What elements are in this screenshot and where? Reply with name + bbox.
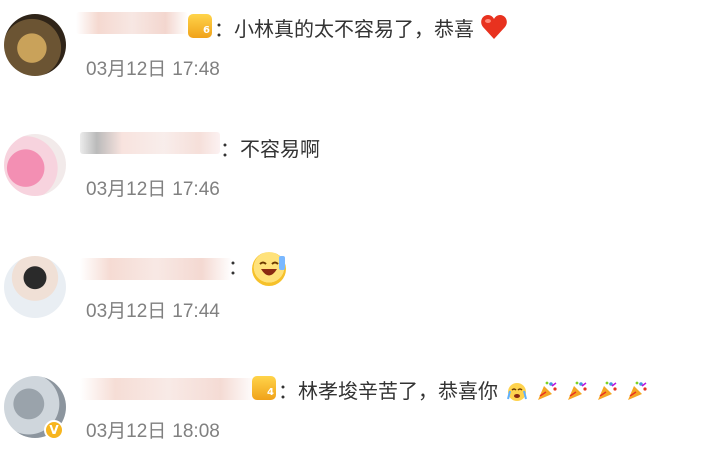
timestamp: 03月12日 18:08 bbox=[86, 421, 220, 442]
avatar[interactable] bbox=[4, 134, 66, 196]
laughing-face-icon bbox=[252, 252, 286, 286]
comment-item-2[interactable]: ：不容易啊 03月12日 17:46 bbox=[0, 118, 720, 228]
heart-icon bbox=[480, 14, 508, 40]
avatar[interactable] bbox=[4, 256, 66, 318]
comment-text: ： bbox=[228, 255, 248, 279]
username-blurred[interactable] bbox=[76, 12, 188, 34]
timestamp: 03月12日 17:46 bbox=[86, 179, 220, 200]
comment-item-3[interactable]: ： 03月12日 17:44 bbox=[0, 240, 720, 350]
username-blurred[interactable] bbox=[80, 132, 220, 154]
level-badge-icon: 6 bbox=[188, 14, 212, 38]
crying-face-icon bbox=[506, 380, 528, 402]
comment-text: ：小林真的太不容易了，恭喜 bbox=[214, 14, 508, 42]
vip-badge-icon: V bbox=[44, 420, 64, 440]
comment-text: ：林孝埈辛苦了，恭喜你 bbox=[278, 378, 648, 404]
timestamp: 03月12日 17:44 bbox=[86, 301, 220, 322]
comment-text: ：不容易啊 bbox=[220, 137, 320, 161]
comment-item-1[interactable]: 6 ：小林真的太不容易了，恭喜 03月12日 17:48 bbox=[0, 0, 720, 110]
avatar[interactable] bbox=[4, 14, 66, 76]
username-blurred[interactable] bbox=[80, 258, 232, 280]
timestamp: 03月12日 17:48 bbox=[86, 59, 220, 80]
comment-item-4[interactable]: V 4 ：林孝埈辛苦了，恭喜你 03月12日 18:08 bbox=[0, 360, 720, 470]
party-popper-icon bbox=[536, 380, 558, 402]
party-popper-icon bbox=[596, 380, 618, 402]
username-blurred[interactable] bbox=[80, 378, 256, 400]
party-popper-icon bbox=[566, 380, 588, 402]
party-popper-icon bbox=[626, 380, 648, 402]
level-badge-icon: 4 bbox=[252, 376, 276, 400]
